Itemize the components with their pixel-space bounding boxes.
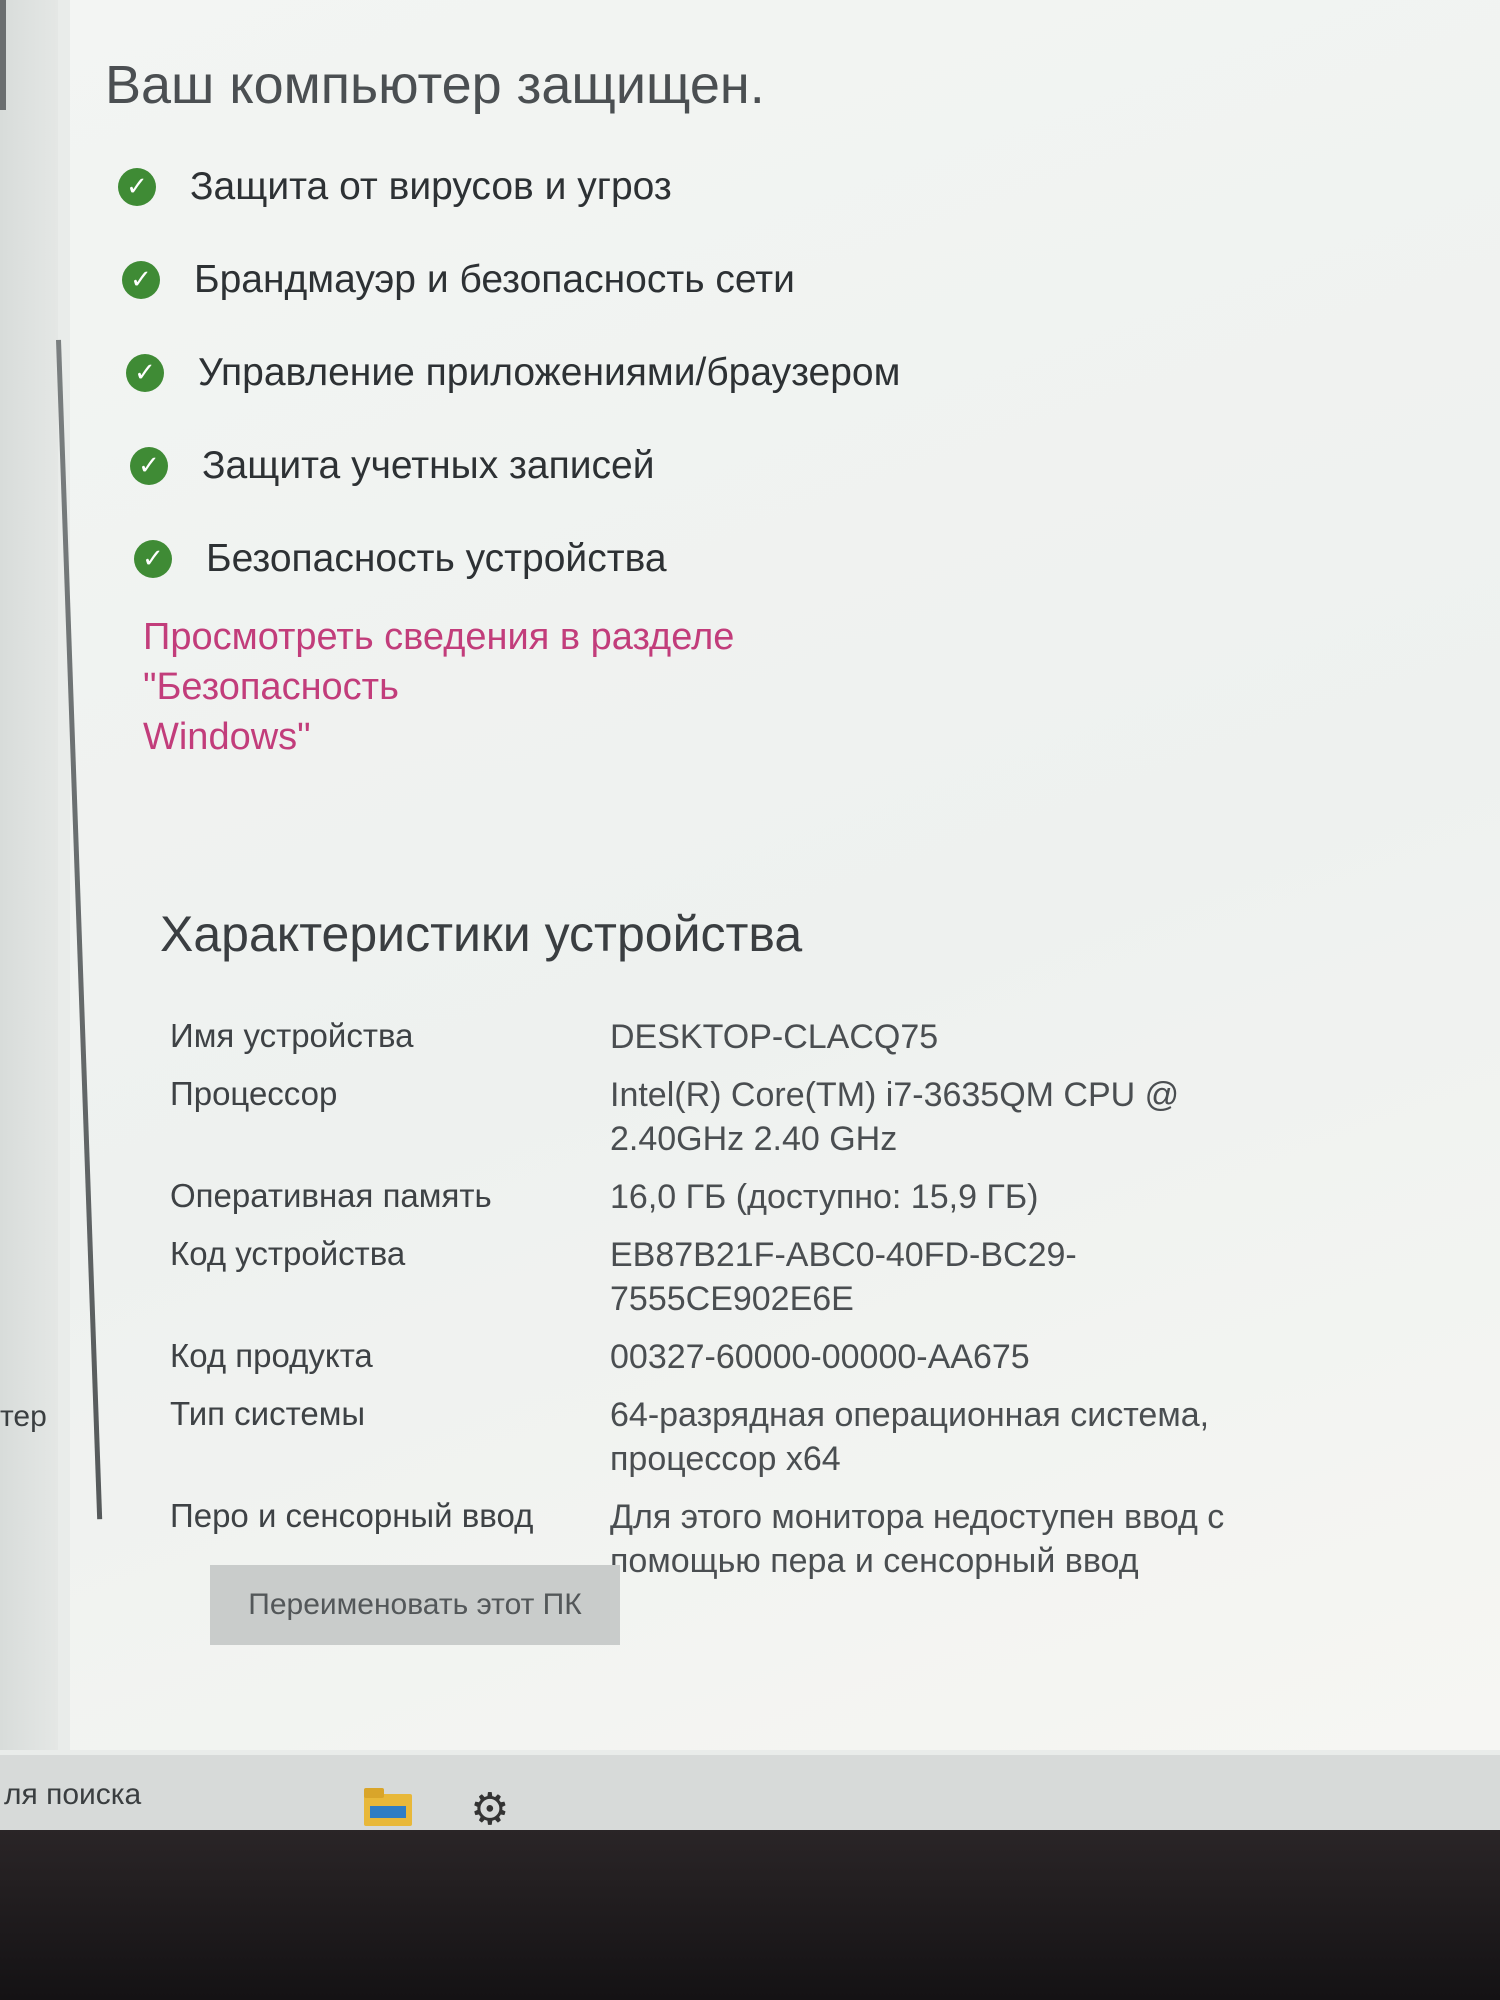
check-circle-icon: ✓	[126, 353, 164, 392]
link-line-1[interactable]: Просмотреть сведения в разделе "Безопасн…	[143, 612, 963, 712]
security-heading: Ваш компьютер защищен.	[105, 55, 765, 116]
spec-key: Имя устройства	[170, 1017, 414, 1054]
settings-sidebar	[0, 0, 58, 1750]
spec-key: Код устройства	[170, 1235, 406, 1272]
status-label: Защита от вирусов и угроз	[190, 164, 672, 208]
gear-icon[interactable]: ⚙	[470, 1788, 509, 1832]
status-label: Безопасность устройства	[206, 536, 667, 580]
status-account-protection: ✓ Защита учетных записей	[130, 419, 900, 512]
status-app-browser-control: ✓ Управление приложениями/браузером	[126, 326, 900, 419]
spec-key: Код продукта	[170, 1337, 373, 1374]
taskbar-search-input[interactable]: ля поиска	[0, 1760, 334, 1830]
monitor-bezel	[0, 1830, 1500, 2000]
check-circle-icon: ✓	[118, 167, 156, 206]
spec-key: Оперативная память	[170, 1177, 492, 1214]
check-circle-icon: ✓	[122, 260, 160, 299]
spec-value: EB87B21F-ABC0-40FD-BC29-7555CE902E6E	[610, 1236, 1077, 1318]
spec-value: Intel(R) Core(TM) i7-3635QM CPU @ 2.40GH…	[610, 1076, 1180, 1158]
check-circle-icon: ✓	[134, 539, 172, 578]
spec-value: 64-разрядная операционная система, проце…	[610, 1396, 1210, 1478]
spec-value: 16,0 ГБ (доступно: 15,9 ГБ)	[610, 1178, 1039, 1216]
spec-row-system-type: Тип системы 64-разрядная операционная си…	[170, 1393, 1320, 1481]
device-specs-table: Имя устройства DESKTOP-CLACQ75 Процессор…	[170, 1015, 1320, 1597]
status-device-security: ✓ Безопасность устройства	[134, 512, 900, 605]
sidebar-item-partial[interactable]: тер	[0, 1400, 47, 1434]
spec-row-product-id: Код продукта 00327-60000-00000-AA675	[170, 1335, 1320, 1379]
spec-value: DESKTOP-CLACQ75	[610, 1018, 939, 1056]
check-circle-icon: ✓	[130, 446, 168, 485]
device-specs-title: Характеристики устройства	[160, 906, 803, 962]
link-line-2[interactable]: Windows"	[143, 712, 963, 762]
spec-row-device-name: Имя устройства DESKTOP-CLACQ75	[170, 1015, 1320, 1059]
status-label: Управление приложениями/браузером	[198, 350, 901, 394]
security-status-list: ✓ Защита от вирусов и угроз ✓ Брандмауэр…	[118, 140, 900, 605]
spec-key: Тип системы	[170, 1395, 366, 1432]
spec-key: Процессор	[170, 1075, 338, 1112]
spec-value: Для этого монитора недоступен ввод с пом…	[610, 1498, 1225, 1580]
spec-value: 00327-60000-00000-AA675	[610, 1338, 1030, 1376]
spec-row-ram: Оперативная память 16,0 ГБ (доступно: 15…	[170, 1175, 1320, 1219]
status-virus-protection: ✓ Защита от вирусов и угроз	[118, 140, 900, 233]
rename-pc-button[interactable]: Переименовать этот ПК	[210, 1565, 620, 1645]
spec-row-processor: Процессор Intel(R) Core(TM) i7-3635QM CP…	[170, 1073, 1320, 1161]
status-label: Брандмауэр и безопасность сети	[194, 257, 795, 301]
windows-security-link[interactable]: Просмотреть сведения в разделе "Безопасн…	[143, 612, 963, 762]
sidebar-selection-indicator	[0, 0, 6, 110]
status-label: Защита учетных записей	[202, 443, 655, 487]
status-firewall: ✓ Брандмауэр и безопасность сети	[122, 233, 900, 326]
folder-icon[interactable]	[364, 1788, 412, 1826]
spec-row-device-id: Код устройства EB87B21F-ABC0-40FD-BC29-7…	[170, 1233, 1320, 1321]
